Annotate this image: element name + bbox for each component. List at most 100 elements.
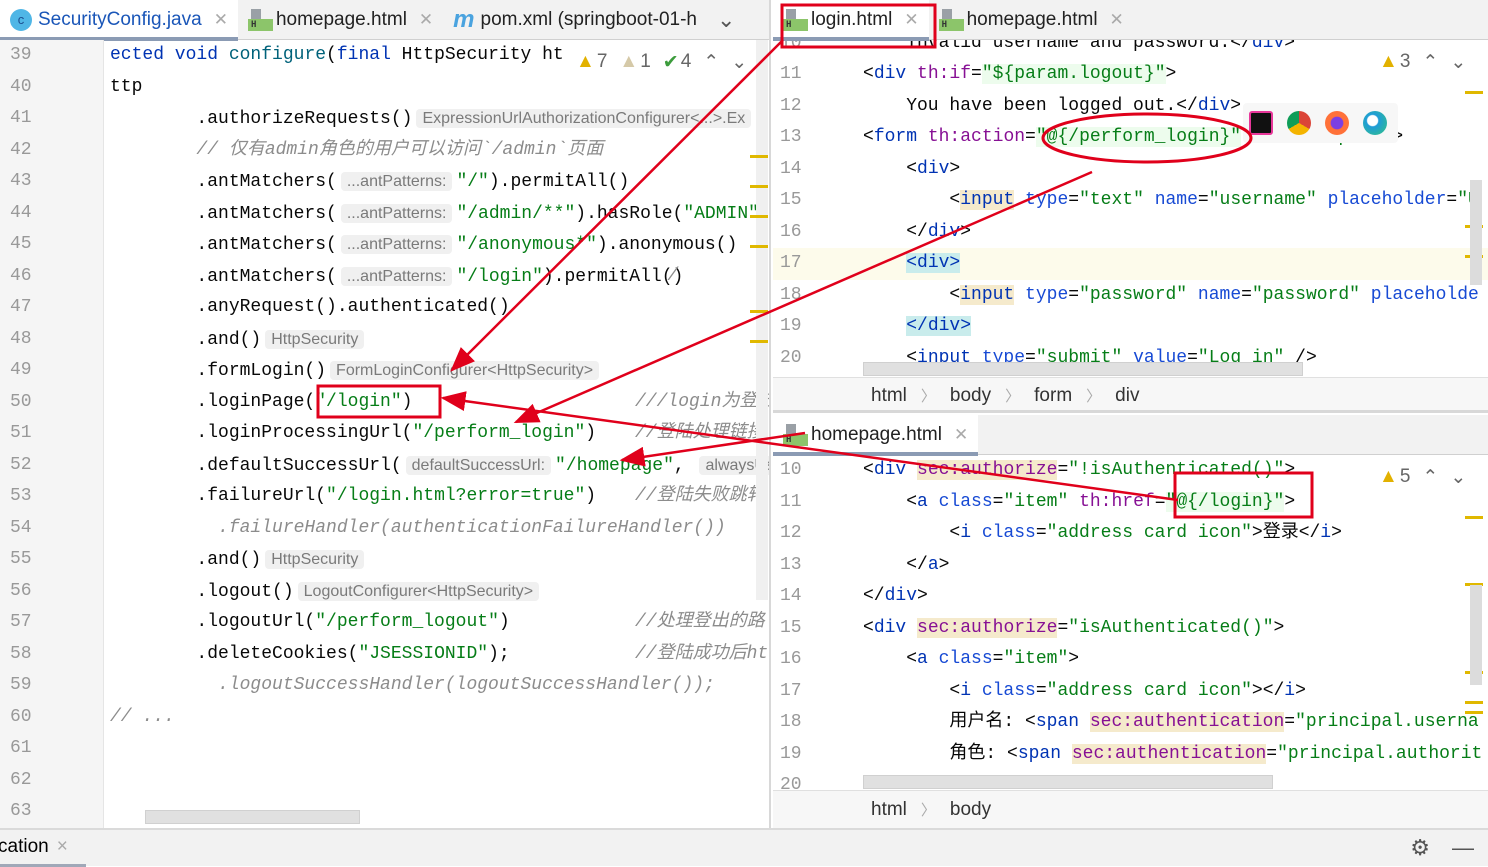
- login-html-horizontal-scrollbar[interactable]: [863, 362, 1303, 376]
- left-horizontal-scrollbar[interactable]: [145, 810, 360, 824]
- breadcrumb-item[interactable]: body: [950, 799, 991, 821]
- code-token: class: [981, 523, 1036, 543]
- code-token: .anyRequest().authenticated(): [110, 297, 510, 317]
- close-icon[interactable]: ✕: [1110, 10, 1124, 30]
- code-token: =: [1057, 460, 1069, 480]
- code-token: "/anonymous*": [456, 235, 597, 255]
- close-icon[interactable]: ✕: [419, 10, 433, 30]
- code-token: =: [1266, 743, 1278, 764]
- homepage-html-inspection-widget[interactable]: ▲ 5 ⌃ ⌄: [1379, 463, 1467, 491]
- tab-label: login.html: [811, 9, 893, 30]
- code-token: </: [863, 586, 885, 606]
- homepage-html-horizontal-scrollbar[interactable]: [863, 775, 1273, 789]
- left-vertical-scrollbar[interactable]: [756, 40, 768, 600]
- chevron-up-icon[interactable]: ⌃: [1422, 51, 1438, 74]
- tool-window-tab[interactable]: cation ×: [0, 829, 86, 867]
- chrome-icon[interactable]: [1287, 111, 1311, 135]
- left-inspection-widget[interactable]: ▲ 7 ▲ 1 ✔ 4 ⌃ ⌄: [572, 48, 752, 76]
- homepage-html-vertical-scrollbar[interactable]: [1470, 585, 1482, 685]
- line-number: 60: [10, 706, 32, 727]
- code-token: <: [863, 617, 874, 638]
- homepage-html-code-area[interactable]: 10 <div sec:authorize="!isAuthenticated()…: [773, 455, 1488, 795]
- code-text: .failureUrl("/login.html?error=true") //登…: [110, 481, 764, 513]
- line-number: 39: [10, 45, 32, 65]
- code-token: .and(): [110, 329, 262, 350]
- login-html-code-area[interactable]: 10 Invalid username and password.</div> 1…: [773, 33, 1488, 374]
- code-token: <: [863, 158, 918, 179]
- close-icon[interactable]: ✕: [904, 10, 918, 30]
- breadcrumb-item[interactable]: div: [1115, 385, 1139, 407]
- line-number: 16: [780, 649, 802, 669]
- code-text: <div th:if="${param.logout}">: [863, 59, 1176, 91]
- code-text: <a class="item" th:href="@{/login}">: [863, 487, 1295, 519]
- code-token: "address card icon": [1046, 523, 1252, 543]
- chevron-down-icon[interactable]: ⌄: [731, 51, 747, 74]
- tab-login[interactable]: login.html ✕: [773, 0, 929, 41]
- chevron-right-icon: 〉: [920, 802, 936, 819]
- code-token: ected void: [110, 45, 229, 65]
- firefox-icon[interactable]: [1325, 111, 1349, 135]
- code-line: 63: [0, 796, 769, 828]
- code-text: ttp: [110, 72, 142, 104]
- code-token: .logoutUrl(: [110, 612, 316, 632]
- code-token: span: [1017, 743, 1072, 764]
- code-line: 58 .deleteCookies("JSESSIONID"); //登陆成功后h…: [0, 639, 769, 671]
- breadcrumb-item[interactable]: body: [950, 385, 991, 407]
- html-file-icon: [247, 9, 273, 31]
- left-editor-pane: c SecurityConfig.java ✕ homepage.html ✕ mpom.…: [0, 0, 771, 828]
- breadcrumb-item[interactable]: html: [871, 385, 907, 407]
- line-number: 15: [780, 190, 802, 210]
- intellij-icon[interactable]: [1249, 111, 1273, 135]
- code-token: div: [873, 617, 918, 638]
- code-token: "item": [1003, 649, 1069, 669]
- line-number: 17: [780, 680, 802, 701]
- tab-homepage[interactable]: homepage.html ✕: [929, 0, 1134, 40]
- code-comment: /: [635, 265, 679, 286]
- code-token: =: [992, 649, 1004, 669]
- code-token: "/login": [456, 266, 543, 287]
- code-token: .antMatchers(: [110, 203, 337, 224]
- tab-homepage[interactable]: homepage.html ✕: [773, 415, 979, 456]
- code-token: final: [336, 45, 402, 65]
- code-token: "/login": [315, 391, 402, 412]
- code-line: 16 <a class="item">: [773, 644, 1488, 676]
- code-token: </: [863, 554, 928, 575]
- code-line: 17 <i class="address card icon"></i>: [773, 676, 1488, 708]
- chevron-right-icon: 〉: [1086, 388, 1102, 405]
- line-number: 44: [10, 202, 32, 223]
- chevron-up-icon[interactable]: ⌃: [1422, 466, 1438, 489]
- edge-icon[interactable]: [1363, 111, 1387, 135]
- minimize-icon[interactable]: —: [1452, 835, 1474, 861]
- code-token: ): [585, 423, 597, 443]
- code-token: a: [917, 649, 939, 669]
- code-token: >登录</: [1251, 523, 1321, 543]
- left-code-area[interactable]: 39 ected void configure(final HttpSecurit…: [0, 40, 769, 828]
- code-token: sec:authorize: [917, 617, 1058, 638]
- tab-pom[interactable]: m pom.xml (springboot-01-h ⌄: [443, 0, 745, 40]
- warning-icon: ▲: [576, 51, 595, 72]
- login-html-editor-pane: 10 Invalid username and password.</div> 1…: [773, 0, 1488, 413]
- close-icon[interactable]: ×: [57, 836, 68, 858]
- close-icon[interactable]: ✕: [954, 425, 968, 445]
- chevron-up-icon[interactable]: ⌃: [703, 51, 719, 74]
- close-icon[interactable]: ✕: [214, 10, 228, 30]
- breadcrumb-item[interactable]: html: [871, 799, 907, 821]
- code-token: "/admin/**": [456, 203, 576, 224]
- chevron-down-icon[interactable]: ⌄: [717, 7, 735, 33]
- code-token: (: [326, 45, 337, 65]
- tab-homepage[interactable]: homepage.html ✕: [238, 0, 443, 40]
- line-number: 61: [10, 738, 32, 758]
- tab-securityconfig[interactable]: c SecurityConfig.java ✕: [0, 0, 238, 41]
- breadcrumb-item[interactable]: form: [1034, 385, 1072, 407]
- code-text: </div>: [863, 311, 972, 343]
- login-html-inspection-widget[interactable]: ▲ 3 ⌃ ⌄: [1379, 48, 1467, 76]
- gear-icon[interactable]: ⚙: [1410, 835, 1430, 861]
- line-number: 12: [780, 523, 802, 543]
- warning-stripe: [750, 155, 768, 158]
- login-html-vertical-scrollbar[interactable]: [1470, 180, 1482, 285]
- chevron-down-icon[interactable]: ⌄: [1450, 466, 1466, 489]
- code-text: .antMatchers(...antPatterns: "/").permitA…: [110, 166, 629, 199]
- code-text: .logoutSuccessHandler(logoutSuccessHandl…: [110, 670, 715, 702]
- code-token: .antMatchers(: [110, 172, 337, 192]
- chevron-down-icon[interactable]: ⌄: [1450, 51, 1466, 74]
